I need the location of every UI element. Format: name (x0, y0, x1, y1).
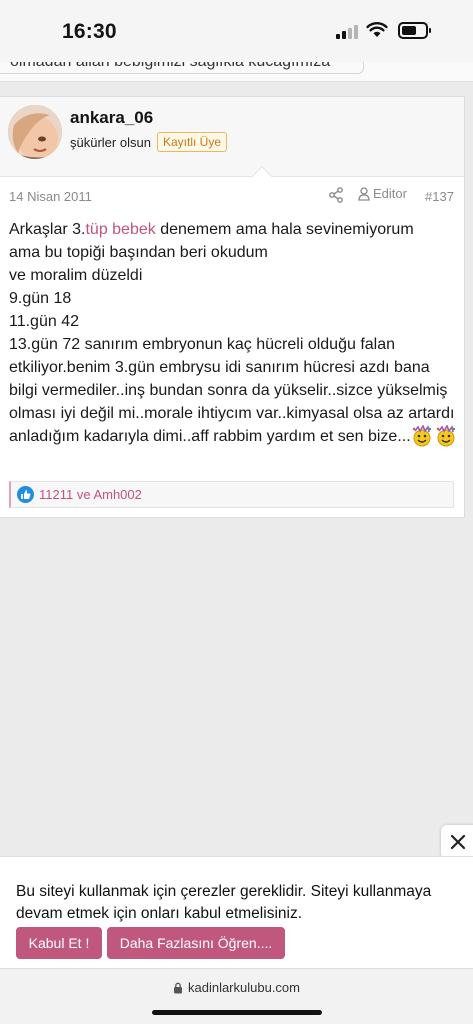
wifi-icon (366, 22, 388, 37)
previous-post-fragment: olmadan allah bebiğimizi sağlıkla kucağı… (0, 62, 473, 82)
username[interactable]: ankara_06 (70, 108, 153, 128)
post-body-line6: 13.gün 72 sanırım embryonun kaç hücreli … (9, 336, 455, 445)
close-icon (450, 834, 466, 850)
post-body-line5: 11.gün 42 (9, 313, 79, 330)
status-time: 16:30 (62, 20, 117, 43)
post-body-line1: denemem ama hala sevinemiyorum (155, 221, 414, 238)
post-body-line2: ama bu topiği başından beri okudum (9, 244, 268, 261)
signal-icon (336, 24, 360, 39)
learn-more-button[interactable]: Daha Fazlasını Öğren.... (107, 927, 285, 959)
battery-icon (398, 22, 431, 39)
post-date[interactable]: 14 Nisan 2011 (9, 189, 92, 204)
post-body-line3: ve moralim düzeldi (9, 267, 143, 284)
lock-icon (173, 982, 182, 993)
post-body-line4: 9.gün 18 (9, 290, 72, 307)
post-number[interactable]: #137 (425, 189, 454, 204)
thumbs-up-icon (17, 486, 34, 503)
party-emoji-icon (436, 425, 455, 447)
user-badge: Kayıtlı Üye (157, 132, 228, 152)
emoji-group (411, 425, 457, 447)
previous-post-bubble (0, 62, 364, 74)
cookie-banner: Bu siteyi kullanmak için çerezler gerekl… (0, 856, 473, 968)
url-bar[interactable]: kadinlarkulubu.com (0, 980, 473, 995)
status-bar: 16:30 (0, 0, 473, 62)
share-icon[interactable] (329, 187, 343, 203)
forum-post: ankara_06 şükürler olsun Kayıtlı Üye 14 … (0, 96, 465, 518)
user-title: şükürler olsun (70, 135, 151, 150)
post-body: Arkaşlar 3.tüp bebek denemem ama hala se… (9, 218, 459, 448)
party-emoji-icon (412, 425, 431, 447)
user-icon (358, 186, 370, 201)
tup-bebek-link[interactable]: tüp bebek (85, 221, 155, 238)
browser-bar: kadinlarkulubu.com (0, 968, 473, 1024)
post-header: ankara_06 şükürler olsun Kayıtlı Üye (0, 97, 464, 186)
reaction-names[interactable]: 11211 ve Amh002 (39, 487, 142, 502)
url-text: kadinlarkulubu.com (187, 980, 300, 995)
post-body-intro: Arkaşlar 3. (9, 221, 86, 238)
close-button[interactable] (441, 825, 473, 859)
reactions-bar[interactable]: 11211 ve Amh002 (9, 481, 454, 508)
editor-label: Editor (373, 186, 407, 201)
accept-cookies-button[interactable]: Kabul Et ! (16, 927, 102, 959)
cookie-message: Bu siteyi kullanmak için çerezler gerekl… (16, 883, 432, 922)
header-pointer (252, 166, 272, 186)
home-indicator (152, 1010, 322, 1015)
avatar[interactable] (8, 105, 62, 159)
editor-link[interactable]: Editor (358, 186, 407, 201)
